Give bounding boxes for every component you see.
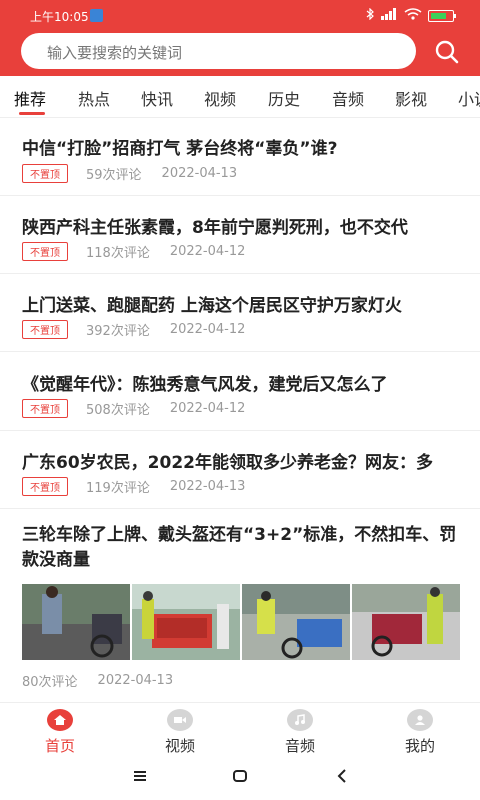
publish-date: 2022-04-13: [169, 479, 246, 494]
news-meta: 不置顶 59次评论 2022-04-13: [22, 164, 237, 183]
tab-audio[interactable]: 音频: [332, 86, 364, 110]
nav-video[interactable]: 视频: [150, 709, 210, 756]
pin-badge: 不置顶: [22, 399, 68, 418]
pin-badge: 不置顶: [22, 242, 68, 261]
list-item[interactable]: 中信“打脸”招商打气 茅台终将“辜负”谁? 不置顶 59次评论 2022-04-…: [0, 118, 480, 196]
bluetooth-icon: [366, 7, 374, 23]
comment-count: 119次评论: [86, 481, 150, 496]
nav-home[interactable]: 首页: [30, 709, 90, 756]
search-input[interactable]: 输入要搜索的关键词: [21, 33, 416, 69]
back-icon[interactable]: [334, 768, 350, 788]
nav-profile[interactable]: 我的: [390, 709, 450, 756]
news-title: 三轮车除了上牌、戴头盔还有“3+2”标准，不然扣车、罚款没商量: [22, 525, 457, 570]
pin-badge: 不置顶: [22, 164, 68, 183]
tab-history[interactable]: 历史: [268, 86, 300, 110]
news-meta: 不置顶 118次评论 2022-04-12: [22, 242, 245, 261]
news-meta: 80次评论 2022-04-13: [22, 671, 173, 690]
search-icon: [432, 40, 462, 71]
publish-date: 2022-04-12: [169, 322, 246, 337]
comment-count: 80次评论: [22, 675, 78, 690]
nav-audio-label: 音频: [284, 737, 315, 755]
comment-count: 508次评论: [86, 403, 150, 418]
news-photo: [22, 584, 130, 660]
list-item[interactable]: 陕西产科主任张素霞，8年前宁愿判死刑，也不交代 不置顶 118次评论 2022-…: [0, 196, 480, 274]
tab-video[interactable]: 视频: [204, 86, 236, 110]
publish-date: 2022-04-13: [97, 673, 174, 688]
nav-profile-label: 我的: [404, 737, 435, 755]
signal-icon: [380, 8, 398, 23]
news-title: 广东60岁农民，2022年能领取多少养老金？网友：多: [22, 453, 433, 473]
news-meta: 不置顶 508次评论 2022-04-12: [22, 399, 245, 418]
wifi-icon: [404, 8, 422, 23]
news-title: 上门送菜、跑腿配药 上海这个居民区守护万家灯火: [22, 296, 402, 316]
tab-novel[interactable]: 小说: [458, 86, 480, 110]
news-title: 陕西产科主任张素霞，8年前宁愿判死刑，也不交代: [22, 218, 408, 238]
app-header: 上午10:05 输入要搜索的关键词: [0, 0, 480, 76]
publish-date: 2022-04-13: [161, 166, 238, 181]
notification-app-icon: [90, 9, 103, 22]
news-images[interactable]: [22, 584, 460, 660]
tab-movies[interactable]: 影视: [395, 86, 427, 110]
nav-video-label: 视频: [164, 737, 195, 755]
tab-recommend[interactable]: 推荐: [14, 86, 46, 110]
status-time: 上午10:05: [30, 10, 89, 24]
list-item[interactable]: 广东60岁农民，2022年能领取多少养老金？网友：多 不置顶 119次评论 20…: [0, 431, 480, 509]
video-icon: [167, 709, 193, 731]
battery-icon: [428, 9, 456, 22]
category-tabs: 推荐 热点 快讯 视频 历史 音频 影视 小说: [0, 76, 480, 118]
search-placeholder: 输入要搜索的关键词: [47, 44, 183, 62]
nav-audio[interactable]: 音频: [270, 709, 330, 756]
home-icon: [47, 709, 73, 731]
list-item[interactable]: 上门送菜、跑腿配药 上海这个居民区守护万家灯火 不置顶 392次评论 2022-…: [0, 274, 480, 352]
tab-flash[interactable]: 快讯: [141, 86, 173, 110]
publish-date: 2022-04-12: [169, 244, 246, 259]
news-meta: 不置顶 392次评论 2022-04-12: [22, 320, 245, 339]
status-bar: 上午10:05: [0, 0, 480, 32]
comment-count: 118次评论: [86, 246, 150, 261]
system-nav-bar: [0, 756, 480, 800]
bottom-nav: 首页 视频 音频 我的: [0, 702, 480, 756]
news-photo: [242, 584, 350, 660]
news-title: 《觉醒年代》：陈独秀意气风发，建党后又怎么了: [22, 375, 388, 395]
nav-home-label: 首页: [44, 737, 75, 755]
search-button[interactable]: [432, 37, 462, 67]
publish-date: 2022-04-12: [169, 401, 246, 416]
pin-badge: 不置顶: [22, 477, 68, 496]
tab-hot[interactable]: 热点: [78, 86, 110, 110]
news-title: 中信“打脸”招商打气 茅台终将“辜负”谁?: [22, 139, 338, 159]
home-square-icon[interactable]: [232, 768, 248, 788]
news-photo: [352, 584, 460, 660]
menu-icon[interactable]: [132, 768, 148, 788]
status-icons: [366, 7, 456, 23]
pin-badge: 不置顶: [22, 320, 68, 339]
comment-count: 392次评论: [86, 324, 150, 339]
news-meta: 不置顶 119次评论 2022-04-13: [22, 477, 245, 496]
news-photo: [132, 584, 240, 660]
list-item[interactable]: 《觉醒年代》：陈独秀意气风发，建党后又怎么了 不置顶 508次评论 2022-0…: [0, 352, 480, 431]
music-icon: [287, 709, 313, 731]
active-tab-indicator: [19, 112, 45, 115]
user-icon: [407, 709, 433, 731]
comment-count: 59次评论: [86, 168, 142, 183]
